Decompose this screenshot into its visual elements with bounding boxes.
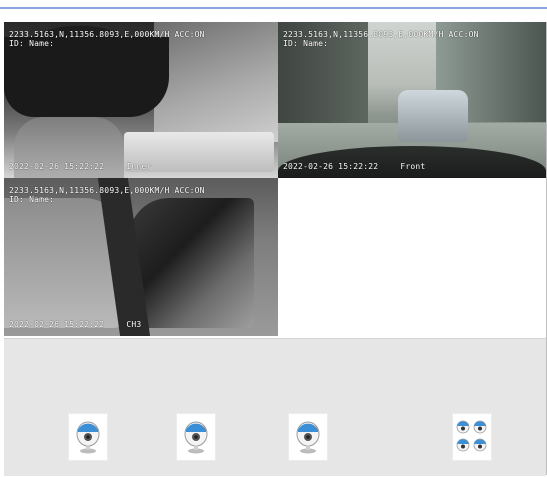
camera-view-empty[interactable] xyxy=(278,178,546,336)
osd-timestamp: 2022-02-26 15:22:22 Inner xyxy=(9,162,151,171)
camera-3-button[interactable] xyxy=(288,413,328,461)
single-camera-icon xyxy=(296,421,320,454)
channel-label: CH3 xyxy=(126,320,142,329)
camera-toolbar xyxy=(4,338,546,476)
osd-gps-line: 2233.5163,N,11356.8093,E,000KM/H ACC:ON xyxy=(283,30,479,39)
single-camera-icon xyxy=(76,421,100,454)
osd-gps-info: 2233.5163,N,11356.8093,E,000KM/H ACC:ON … xyxy=(9,30,205,48)
osd-gps-line: 2233.5163,N,11356.8093,E,000KM/H ACC:ON xyxy=(9,186,205,195)
camera-view-ch1[interactable]: 2233.5163,N,11356.8093,E,000KM/H ACC:ON … xyxy=(4,22,278,178)
camera-2-button[interactable] xyxy=(176,413,216,461)
osd-timestamp: 2022-02-26 15:22:22 Front xyxy=(283,162,425,171)
channel-label: Inner xyxy=(126,162,152,171)
osd-id-line: ID: Name: xyxy=(9,195,55,204)
osd-timestamp: 2022-02-26 15:22:22 CH3 xyxy=(9,320,141,329)
osd-gps-line: 2233.5163,N,11356.8093,E,000KM/H ACC:ON xyxy=(9,30,205,39)
osd-gps-info: 2233.5163,N,11356.8093,E,000KM/H ACC:ON … xyxy=(283,30,479,48)
timestamp: 2022-02-26 15:22:22 xyxy=(9,162,105,171)
quad-view-button[interactable] xyxy=(452,413,492,461)
camera-view-front[interactable]: 2233.5163,N,11356.8093,E,000KM/H ACC:ON … xyxy=(278,22,546,178)
camera-1-button[interactable] xyxy=(68,413,108,461)
quad-camera-icon xyxy=(456,420,487,452)
camera-view-ch3[interactable]: 2233.5163,N,11356.8093,E,000KM/H ACC:ON … xyxy=(4,178,278,336)
video-grid: 2233.5163,N,11356.8093,E,000KM/H ACC:ON … xyxy=(4,22,546,336)
single-camera-icon xyxy=(184,421,208,454)
timestamp: 2022-02-26 15:22:22 xyxy=(9,320,105,329)
timestamp: 2022-02-26 15:22:22 xyxy=(283,162,379,171)
osd-id-line: ID: Name: xyxy=(283,39,329,48)
osd-gps-info: 2233.5163,N,11356.8093,E,000KM/H ACC:ON … xyxy=(9,186,205,204)
title-bar xyxy=(0,0,547,9)
channel-label: Front xyxy=(400,162,426,171)
osd-id-line: ID: Name: xyxy=(9,39,55,48)
